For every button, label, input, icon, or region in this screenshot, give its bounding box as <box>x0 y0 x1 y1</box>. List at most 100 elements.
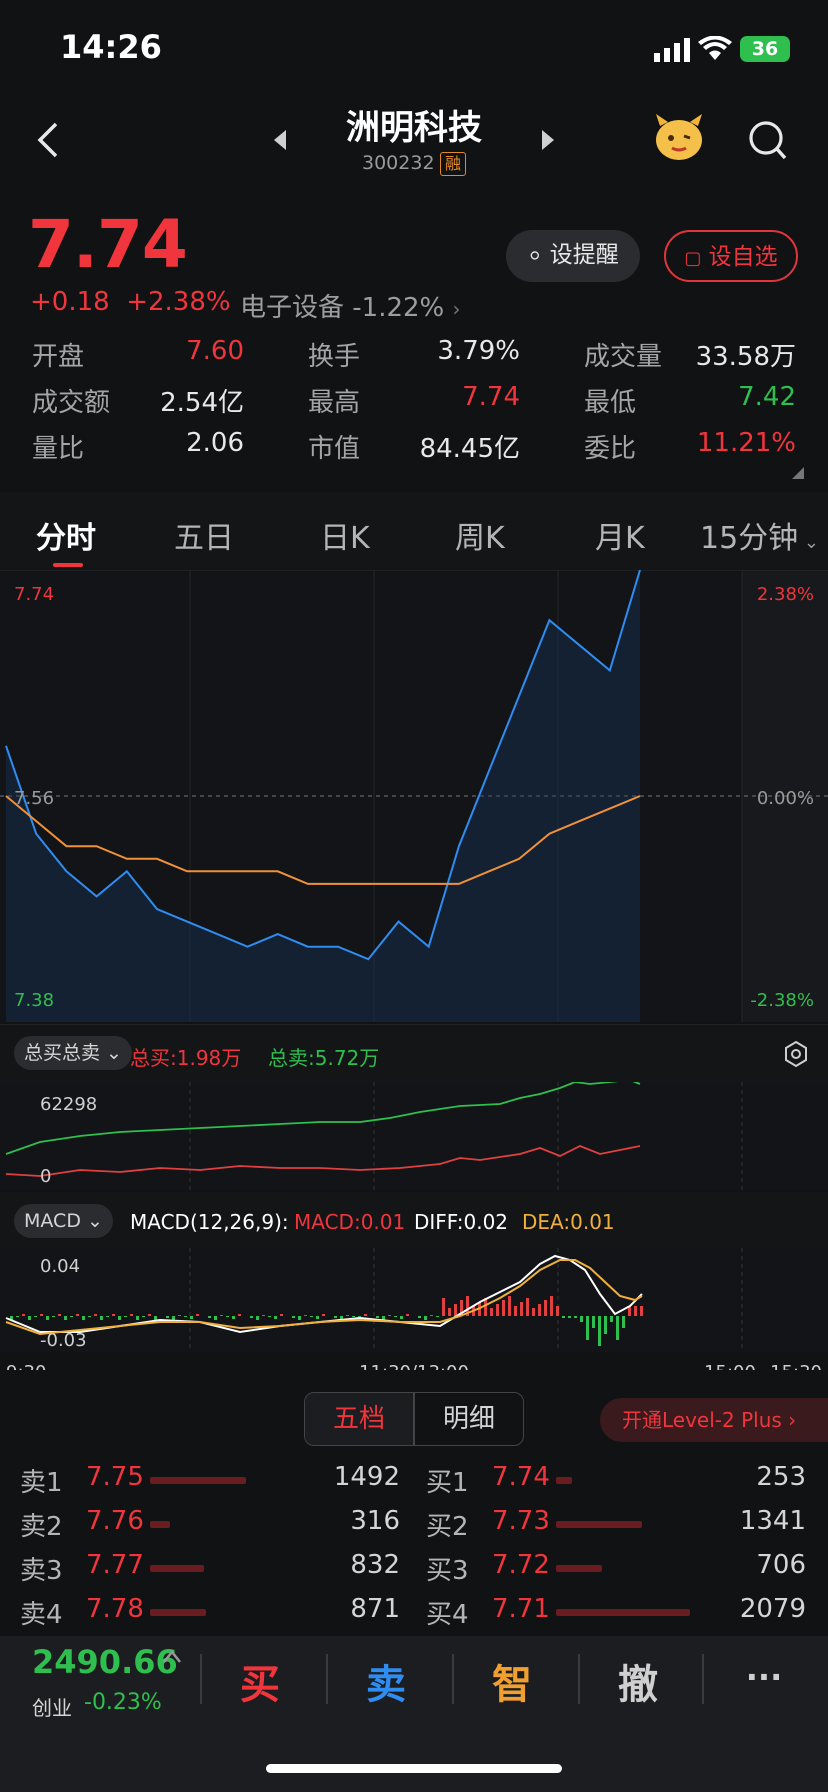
pct-mid-label: 0.00% <box>757 788 814 809</box>
cancel-order-button[interactable]: 撤 <box>598 1652 678 1710</box>
macd-bar <box>616 1316 619 1340</box>
macd-bar <box>40 1314 43 1316</box>
open-value: 7.60 <box>186 336 244 366</box>
sell-level-volume: 871 <box>350 1594 400 1624</box>
diff-value: DIFF:0.02 <box>414 1210 509 1234</box>
macd-bar <box>118 1316 121 1320</box>
chevron-down-icon: ⌄ <box>80 1210 103 1232</box>
macd-bar <box>388 1315 391 1316</box>
set-alert-button[interactable]: ⚪ 设提醒 <box>506 230 640 282</box>
macd-bar <box>88 1316 91 1317</box>
bs-pane-bg <box>0 1082 828 1190</box>
sector-link[interactable]: 电子设备 -1.22% › <box>240 287 461 324</box>
mascot-icon[interactable] <box>652 112 706 166</box>
macd-bar <box>424 1316 427 1320</box>
buy-level-price[interactable]: 7.73 <box>492 1506 550 1536</box>
sell-level-price[interactable]: 7.76 <box>86 1506 144 1536</box>
low-label: 最低 <box>584 388 637 418</box>
amount-value: 2.54亿 <box>160 388 244 418</box>
wifi-icon <box>698 35 732 66</box>
macd-bar <box>346 1315 349 1316</box>
tab-intraday[interactable]: 分时 <box>36 513 96 557</box>
macd-bar <box>238 1314 241 1316</box>
sell-level-price[interactable]: 7.75 <box>86 1462 144 1492</box>
sell-level-volume-bar <box>150 1521 170 1528</box>
next-stock-icon[interactable] <box>540 128 556 156</box>
macd-pane-bg <box>0 1248 828 1352</box>
chevron-up-icon[interactable] <box>162 1648 182 1668</box>
mkt-cap-label: 市值 <box>308 434 361 464</box>
buy-level-price[interactable]: 7.74 <box>492 1462 550 1492</box>
sell-level-label: 卖4 <box>20 1600 63 1630</box>
macd-bar <box>544 1300 547 1316</box>
macd-value: MACD:0.01 <box>294 1210 406 1234</box>
settings-icon[interactable] <box>782 1040 810 1072</box>
macd-bar <box>604 1316 607 1334</box>
macd-bar <box>418 1316 421 1318</box>
bs-chip-label: 总买总卖 <box>24 1042 101 1064</box>
macd-bar <box>22 1314 25 1316</box>
tab-weekly-k[interactable]: 周K <box>455 513 505 557</box>
add-watchlist-button[interactable]: ▢ 设自选 <box>664 230 798 282</box>
macd-bar <box>436 1316 439 1317</box>
price-change: +0.18 +2.38% <box>30 287 231 317</box>
tab-monthly-k[interactable]: 月K <box>595 513 645 557</box>
tab-detail[interactable]: 明细 <box>415 1393 523 1445</box>
tab-underline <box>53 563 83 567</box>
volume-value: 33.58万 <box>695 342 796 372</box>
macd-bar <box>298 1316 301 1320</box>
home-indicator <box>266 1764 562 1773</box>
total-sell-text: 总卖:5.72万 <box>268 1046 380 1070</box>
tab-five-levels[interactable]: 五档 <box>305 1393 413 1445</box>
more-button[interactable]: ··· <box>724 1658 804 1696</box>
macd-bar <box>28 1316 31 1320</box>
macd-bar <box>220 1315 223 1316</box>
macd-bar <box>46 1316 49 1320</box>
macd-chip-label: MACD <box>24 1210 81 1232</box>
orderbook-segment: 五档 明细 <box>304 1392 524 1446</box>
buy-button[interactable]: 买 <box>220 1652 300 1710</box>
bs-indicator-select[interactable]: 总买总卖 ⌄ <box>14 1036 132 1070</box>
macd-params: MACD(12,26,9): <box>130 1210 289 1234</box>
expand-corner-icon[interactable] <box>792 464 804 483</box>
macd-bar <box>592 1316 595 1328</box>
sell-button[interactable]: 卖 <box>346 1652 426 1710</box>
buy-level-price[interactable]: 7.71 <box>492 1594 550 1624</box>
buy-level-price[interactable]: 7.72 <box>492 1550 550 1580</box>
smart-button[interactable]: 智 <box>472 1652 552 1710</box>
search-icon[interactable] <box>748 120 788 166</box>
tab-five-day[interactable]: 五日 <box>174 513 234 557</box>
intraday-chart[interactable]: 7.74 7.56 7.38 2.38% 0.00% -2.38% 62298 … <box>0 570 828 1370</box>
macd-bar <box>94 1314 97 1316</box>
sell-level-price[interactable]: 7.78 <box>86 1594 144 1624</box>
macd-bar <box>292 1316 295 1318</box>
macd-bar <box>256 1316 259 1320</box>
buy-level-volume: 706 <box>756 1550 806 1580</box>
macd-bar <box>562 1316 565 1318</box>
macd-bar <box>556 1306 559 1316</box>
macd-bar <box>172 1316 175 1320</box>
macd-bar <box>52 1316 55 1317</box>
level2-upgrade-button[interactable]: 开通Level-2 Plus › <box>600 1398 828 1442</box>
macd-indicator-select[interactable]: MACD ⌄ <box>14 1204 113 1238</box>
sell-level-price[interactable]: 7.77 <box>86 1550 144 1580</box>
divider <box>200 1654 202 1704</box>
macd-bar <box>376 1316 379 1318</box>
macd-bar <box>166 1316 169 1318</box>
macd-bar <box>442 1298 445 1316</box>
divider <box>578 1654 580 1704</box>
buy-level-volume: 253 <box>756 1462 806 1492</box>
macd-bar <box>136 1316 139 1320</box>
turnover-value: 3.79% <box>437 336 520 366</box>
sell-level-volume-bar <box>150 1565 204 1572</box>
total-buy-text: 总买:1.98万 <box>130 1046 242 1070</box>
macd-bar <box>184 1316 187 1317</box>
time-mid-label: 11:30/13:00 <box>359 1362 469 1370</box>
tab-daily-k[interactable]: 日K <box>320 513 370 557</box>
macd-bar <box>214 1316 217 1320</box>
turnover-label: 换手 <box>308 342 361 372</box>
index-value[interactable]: 2490.66 <box>32 1643 178 1681</box>
amount-label: 成交额 <box>32 388 111 418</box>
tab-15min[interactable]: 15分钟 ⌄ <box>700 513 819 557</box>
chevron-right-icon: › <box>452 297 461 321</box>
